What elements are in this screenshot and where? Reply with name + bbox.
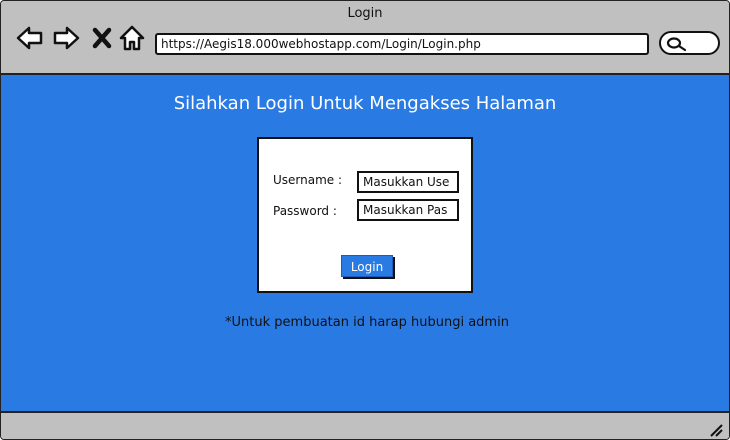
page-title: Silahkan Login Untuk Mengakses Halaman <box>173 93 557 114</box>
search-icon <box>666 37 687 52</box>
page-content: Silahkan Login Untuk Mengakses Halaman U… <box>1 75 729 411</box>
close-x-icon[interactable] <box>87 23 117 53</box>
resize-grip-icon[interactable] <box>709 423 723 437</box>
status-bar <box>1 411 729 439</box>
forward-arrow-icon[interactable] <box>51 23 81 53</box>
home-icon[interactable] <box>117 23 147 53</box>
login-button[interactable]: Login <box>341 255 393 277</box>
search-box[interactable] <box>659 31 720 55</box>
window-title: Login <box>347 6 383 21</box>
username-field[interactable]: Masukkan Use <box>357 171 459 193</box>
address-bar[interactable]: https://Aegis18.000webhostapp.com/Login/… <box>155 33 649 55</box>
browser-toolbar: Login https://Aegis18.000webhostapp.com/… <box>1 1 729 75</box>
admin-note: *Untuk pembuatan id harap hubungi admin <box>225 315 509 330</box>
username-label: Username : <box>273 173 343 187</box>
back-arrow-icon[interactable] <box>15 23 45 53</box>
login-form: Username : Masukkan Use Password : Masuk… <box>257 137 473 293</box>
password-label: Password : <box>273 204 337 218</box>
password-field[interactable]: Masukkan Pas <box>357 199 459 221</box>
browser-window: Login https://Aegis18.000webhostapp.com/… <box>0 0 730 440</box>
